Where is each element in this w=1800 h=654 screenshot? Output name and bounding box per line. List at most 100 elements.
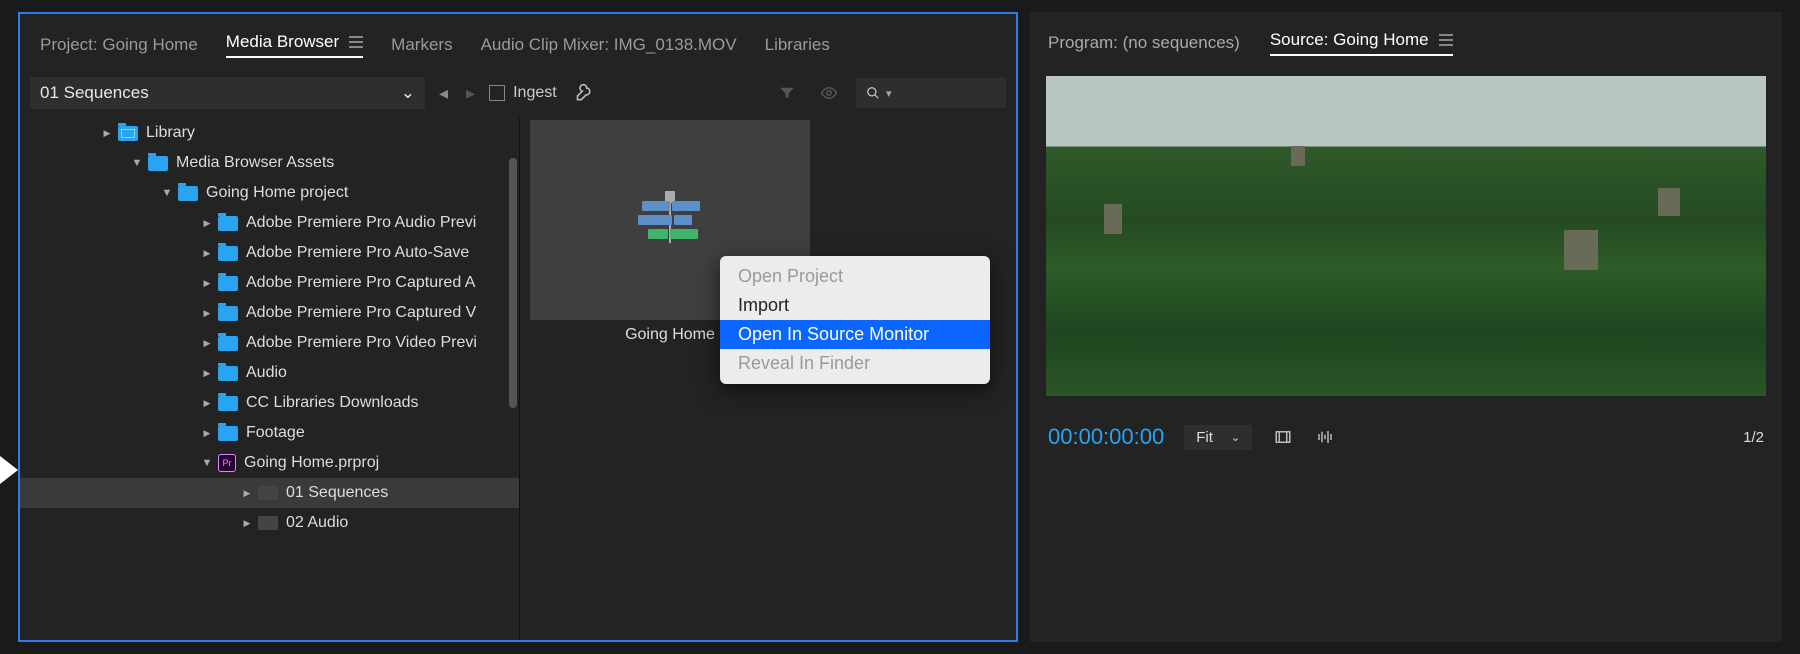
preview-content (1104, 204, 1122, 234)
tree-item-label: Going Home project (206, 184, 348, 202)
tree-item-library[interactable]: Library (20, 118, 519, 148)
ingest-label: Ingest (513, 84, 557, 102)
expand-arrow-icon[interactable] (200, 367, 214, 379)
bin-icon (258, 486, 278, 500)
folder-icon (178, 186, 198, 201)
tree-item-label: Media Browser Assets (176, 154, 334, 172)
preview-content (1291, 146, 1305, 166)
search-icon (866, 86, 880, 100)
tree-item-label: Adobe Premiere Pro Auto-Save (246, 244, 469, 262)
tree-item-captured-audio[interactable]: Adobe Premiere Pro Captured A (20, 268, 519, 298)
tab-source-label: Source: Going Home (1270, 30, 1429, 50)
expand-arrow-icon[interactable] (200, 457, 214, 469)
tree-item-label: Library (146, 124, 195, 142)
expand-arrow-icon[interactable] (200, 217, 214, 229)
zoom-fit-dropdown[interactable]: Fit ⌄ (1184, 425, 1252, 450)
settings-wrench-icon[interactable] (575, 83, 595, 103)
project-panel-group: Project: Going Home Media Browser Marker… (18, 12, 1018, 642)
ctx-open-project: Open Project (720, 262, 990, 291)
search-dropdown-chevron-icon: ▾ (886, 87, 892, 100)
tree-item-label: Footage (246, 424, 305, 442)
preview-content (1658, 188, 1680, 216)
tree-item-01-sequences[interactable]: 01 Sequences (20, 478, 519, 508)
media-browser-toolbar: 01 Sequences ⌄ ◂ ▸ Ingest ▾ (20, 68, 1016, 118)
source-monitor-preview[interactable] (1046, 76, 1766, 396)
chevron-down-icon: ⌄ (1231, 431, 1240, 444)
clip-view-icon[interactable] (1272, 428, 1294, 446)
visibility-icon[interactable] (812, 84, 846, 102)
expand-arrow-icon[interactable] (160, 187, 174, 199)
ingest-checkbox[interactable] (489, 85, 505, 101)
tree-item-auto-save[interactable]: Adobe Premiere Pro Auto-Save (20, 238, 519, 268)
expand-arrow-icon[interactable] (200, 337, 214, 349)
expand-arrow-icon[interactable] (200, 427, 214, 439)
ctx-open-in-source-monitor[interactable]: Open In Source Monitor (720, 320, 990, 349)
expand-arrow-icon[interactable] (240, 487, 254, 499)
audio-waveform-icon[interactable] (1314, 428, 1336, 446)
tab-program-monitor[interactable]: Program: (no sequences) (1048, 33, 1240, 53)
media-browser-content: Library Media Browser Assets Going Home … (20, 118, 1016, 640)
panel-menu-icon[interactable] (349, 36, 363, 48)
ingest-toggle[interactable]: Ingest (489, 84, 557, 102)
tab-markers[interactable]: Markers (391, 35, 452, 55)
folder-icon (218, 336, 238, 351)
folder-icon (148, 156, 168, 171)
monitor-panel-group: Program: (no sequences) Source: Going Ho… (1030, 12, 1782, 642)
folder-icon (218, 396, 238, 411)
sequence-icon (638, 195, 702, 245)
tree-item-label: Adobe Premiere Pro Captured A (246, 274, 475, 292)
expand-arrow-icon[interactable] (130, 157, 144, 169)
zoom-fit-value: Fit (1196, 429, 1213, 446)
tree-item-audio-previews[interactable]: Adobe Premiere Pro Audio Previ (20, 208, 519, 238)
expand-arrow-icon[interactable] (200, 277, 214, 289)
tree-scrollbar[interactable] (509, 158, 517, 408)
expand-arrow-icon[interactable] (100, 127, 114, 139)
folder-icon (218, 426, 238, 441)
search-input[interactable]: ▾ (856, 78, 1006, 108)
page-indicator[interactable]: 1/2 (1743, 429, 1764, 446)
tree-item-captured-video[interactable]: Adobe Premiere Pro Captured V (20, 298, 519, 328)
ctx-import[interactable]: Import (720, 291, 990, 320)
tree-item-label: 01 Sequences (286, 484, 388, 502)
tab-audio-clip-mixer[interactable]: Audio Clip Mixer: IMG_0138.MOV (481, 35, 737, 55)
filter-icon[interactable] (772, 84, 802, 102)
tree-item-prproj[interactable]: Pr Going Home.prproj (20, 448, 519, 478)
expand-arrow-icon[interactable] (200, 307, 214, 319)
path-dropdown[interactable]: 01 Sequences ⌄ (30, 77, 425, 109)
ctx-reveal-in-finder: Reveal In Finder (720, 349, 990, 378)
tab-project[interactable]: Project: Going Home (40, 35, 198, 55)
panel-indicator-triangle (0, 456, 18, 484)
expand-arrow-icon[interactable] (240, 517, 254, 529)
tree-item-cc-libraries[interactable]: CC Libraries Downloads (20, 388, 519, 418)
tab-media-browser[interactable]: Media Browser (226, 32, 363, 58)
tree-item-audio-folder[interactable]: Audio (20, 358, 519, 388)
right-tab-strip: Program: (no sequences) Source: Going Ho… (1040, 12, 1772, 66)
tree-item-label: CC Libraries Downloads (246, 394, 419, 412)
tree-item-02-audio[interactable]: 02 Audio (20, 508, 519, 538)
expand-arrow-icon[interactable] (200, 247, 214, 259)
tree-item-footage[interactable]: Footage (20, 418, 519, 448)
tab-libraries[interactable]: Libraries (765, 35, 830, 55)
tree-item-label: 02 Audio (286, 514, 348, 532)
tree-item-label: Adobe Premiere Pro Captured V (246, 304, 476, 322)
nav-forward-icon[interactable]: ▸ (462, 83, 479, 104)
folder-icon (218, 216, 238, 231)
folder-tree-pane: Library Media Browser Assets Going Home … (20, 118, 520, 640)
tree-item-label: Going Home.prproj (244, 454, 379, 472)
tree-item-media-browser-assets[interactable]: Media Browser Assets (20, 148, 519, 178)
tab-media-browser-label: Media Browser (226, 32, 339, 52)
nav-back-icon[interactable]: ◂ (435, 83, 452, 104)
expand-arrow-icon[interactable] (200, 397, 214, 409)
panel-menu-icon[interactable] (1439, 34, 1453, 46)
library-folder-icon (118, 126, 138, 141)
context-menu: Open Project Import Open In Source Monit… (720, 256, 990, 384)
folder-icon (218, 306, 238, 321)
source-monitor-controls: 00:00:00:00 Fit ⌄ 1/2 (1040, 406, 1772, 468)
chevron-down-icon: ⌄ (401, 83, 415, 103)
playhead-timecode[interactable]: 00:00:00:00 (1048, 424, 1164, 450)
tree-item-video-previews[interactable]: Adobe Premiere Pro Video Previ (20, 328, 519, 358)
tree-item-going-home-project[interactable]: Going Home project (20, 178, 519, 208)
path-dropdown-value: 01 Sequences (40, 83, 149, 103)
left-tab-strip: Project: Going Home Media Browser Marker… (20, 14, 1016, 68)
tab-source-monitor[interactable]: Source: Going Home (1270, 30, 1453, 56)
